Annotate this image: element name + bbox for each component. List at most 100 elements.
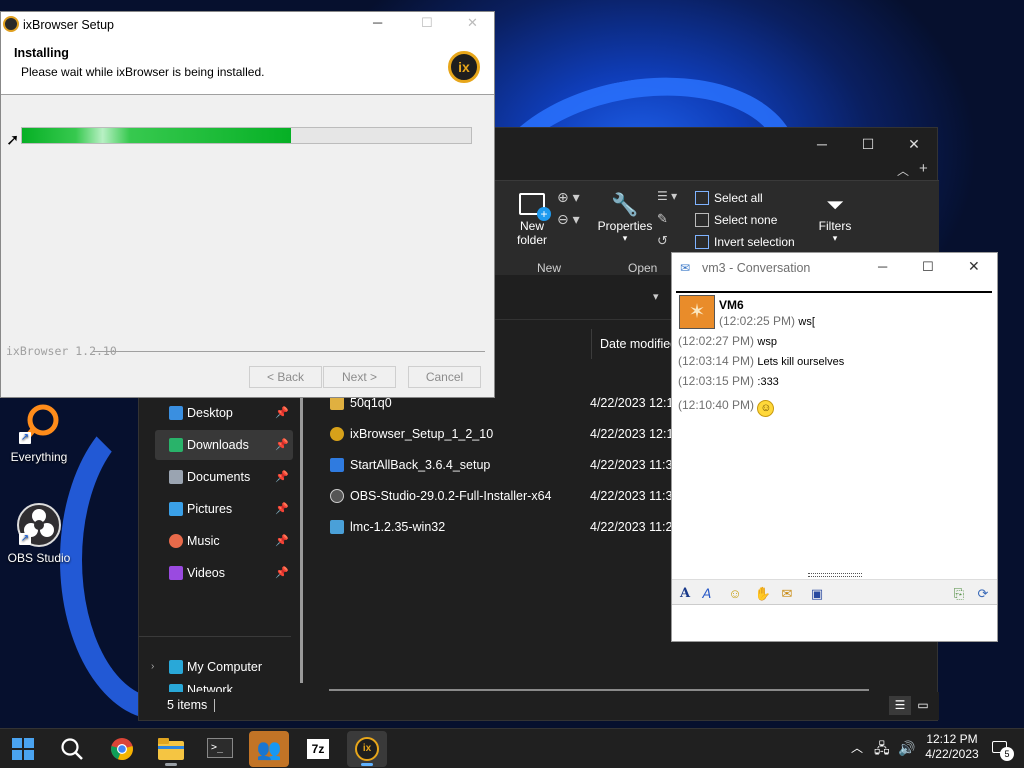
properties-button[interactable]: 🔧 Properties ▾	[594, 191, 656, 244]
horizontal-scrollbar[interactable]	[329, 689, 869, 691]
chrome-button[interactable]	[102, 731, 142, 767]
emoticon-icon[interactable]: ☺	[726, 585, 744, 603]
nav-item-pictures[interactable]: Pictures 📌	[155, 494, 293, 524]
wrench-icon: 🔧	[611, 192, 639, 217]
navigation-pane: Desktop 📌 Downloads 📌 Documents 📌 Pictures 📌…	[139, 398, 309, 693]
font-icon[interactable]: A	[676, 585, 694, 603]
open-icon[interactable]: ☰ ▾	[657, 189, 677, 203]
installer-file-icon	[330, 458, 344, 472]
nav-item-videos[interactable]: Videos 📌	[155, 558, 293, 588]
running-indicator	[165, 763, 177, 766]
clock-date: 4/22/2023	[925, 747, 979, 761]
font-color-icon[interactable]: 𝘈	[698, 585, 716, 603]
minimize-button[interactable]: ─	[373, 15, 382, 30]
cancel-button[interactable]: Cancel	[408, 366, 481, 388]
nav-scrollbar[interactable]	[300, 398, 303, 683]
nav-item-desktop[interactable]: Desktop 📌	[155, 398, 293, 428]
7zip-button[interactable]: 7z	[298, 731, 338, 767]
mouse-cursor-icon: ➚	[6, 132, 20, 149]
sender-name: VM6	[719, 298, 744, 312]
filters-button[interactable]: ⏷ Filters ▾	[814, 191, 856, 244]
tiles-view-button[interactable]: ▭	[915, 696, 931, 715]
lmc-file-icon	[330, 520, 344, 534]
clock-time: 12:12 PM	[926, 732, 978, 746]
save-icon[interactable]: ▣	[808, 585, 826, 603]
ixbrowser-file-icon	[330, 427, 344, 441]
notifications-button[interactable]: 5	[990, 729, 1018, 768]
history-icon[interactable]: ↺	[657, 233, 668, 249]
pin-icon: 📌	[275, 535, 289, 547]
folder-icon	[158, 738, 184, 760]
ribbon-group-open: Open	[628, 261, 658, 275]
search-icon	[61, 738, 83, 760]
file-explorer-button[interactable]	[151, 731, 191, 767]
lmc-button[interactable]: 👥	[249, 731, 289, 767]
conversation-title: vm3 - Conversation	[702, 261, 811, 275]
chat-message: (12:10:40 PM) ☺	[678, 398, 775, 417]
maximize-button[interactable]: ☐	[922, 259, 934, 275]
downloads-icon	[169, 438, 183, 452]
documents-icon	[169, 470, 183, 484]
nav-item-downloads[interactable]: Downloads 📌	[155, 430, 293, 460]
start-button[interactable]	[3, 731, 43, 767]
details-view-button[interactable]: ☰	[889, 696, 911, 715]
message-input[interactable]	[672, 606, 997, 641]
avatar: ✶	[679, 295, 715, 329]
chevron-down-icon: ▾	[622, 233, 628, 243]
select-all-button[interactable]: Select all	[695, 191, 763, 205]
filter-icon: ⏷	[826, 192, 844, 217]
7zip-icon: 7z	[307, 739, 329, 759]
nav-item-network[interactable]: Network	[155, 680, 293, 692]
nav-item-my-computer[interactable]: › My Computer	[151, 652, 293, 682]
file-icon	[330, 396, 344, 410]
new-item-icon[interactable]: ⊕ ▾	[557, 189, 580, 206]
close-button[interactable]: ✕	[891, 128, 937, 160]
chat-message: (12:02:25 PM) ws[	[719, 314, 815, 328]
running-indicator	[361, 763, 373, 766]
desktop-icon-everything[interactable]: ↗ Everything	[4, 402, 74, 464]
maximize-button[interactable]: ☐	[845, 128, 891, 160]
ixbrowser-setup-button[interactable]: ix	[347, 731, 387, 767]
invert-selection-button[interactable]: Invert selection	[695, 235, 795, 249]
desktop-icon-label: Everything	[10, 450, 68, 464]
select-none-button[interactable]: Select none	[695, 213, 777, 227]
install-progress-bar	[21, 127, 472, 144]
chevron-up-icon[interactable]: ︿	[897, 162, 909, 179]
network-icon[interactable]: 🖧	[874, 729, 890, 768]
music-icon	[169, 534, 183, 548]
send-file-icon[interactable]: ✉	[778, 585, 796, 603]
minimize-button[interactable]: ─	[878, 259, 887, 274]
add-tab-icon[interactable]: +	[919, 160, 928, 177]
pin-icon: 📌	[275, 471, 289, 483]
chevron-down-icon[interactable]: ▾	[653, 290, 659, 303]
nudge-icon[interactable]: ✋	[754, 585, 772, 603]
terminal-button[interactable]: >_	[200, 731, 240, 767]
status-divider	[214, 699, 215, 712]
chrome-icon	[111, 738, 133, 761]
search-button[interactable]	[52, 731, 92, 767]
volume-icon[interactable]: 🔊	[898, 729, 915, 768]
export-icon[interactable]: ⎘	[950, 585, 968, 603]
close-button[interactable]: ✕	[467, 15, 478, 31]
history-icon[interactable]: ⟳	[974, 585, 992, 603]
splitter-handle[interactable]	[808, 573, 862, 577]
back-button[interactable]: < Back	[249, 366, 322, 388]
new-folder-button[interactable]: + New folder	[509, 191, 555, 247]
ribbon-group-new: New	[537, 261, 562, 275]
maximize-button: ☐	[421, 15, 433, 30]
clock[interactable]: 12:12 PM 4/22/2023	[924, 729, 980, 768]
show-hidden-icons-button[interactable]: ︿	[851, 729, 863, 768]
nav-item-music[interactable]: Music 📌	[155, 526, 293, 556]
next-button[interactable]: Next >	[323, 366, 396, 388]
chat-message: (12:03:15 PM) :333	[678, 374, 779, 388]
easy-access-icon[interactable]: ⊖ ▾	[557, 211, 580, 228]
close-button[interactable]: ✕	[968, 258, 980, 275]
edit-icon[interactable]: ✎	[657, 211, 668, 227]
desktop-icon-obs-studio[interactable]: ↗ OBS Studio	[4, 503, 74, 565]
minimize-button[interactable]: ─	[799, 128, 845, 160]
pictures-icon	[169, 502, 183, 516]
nav-item-documents[interactable]: Documents 📌	[155, 462, 293, 492]
computer-icon	[169, 660, 183, 674]
windows-icon	[12, 738, 34, 760]
setup-heading: Installing	[14, 46, 69, 60]
